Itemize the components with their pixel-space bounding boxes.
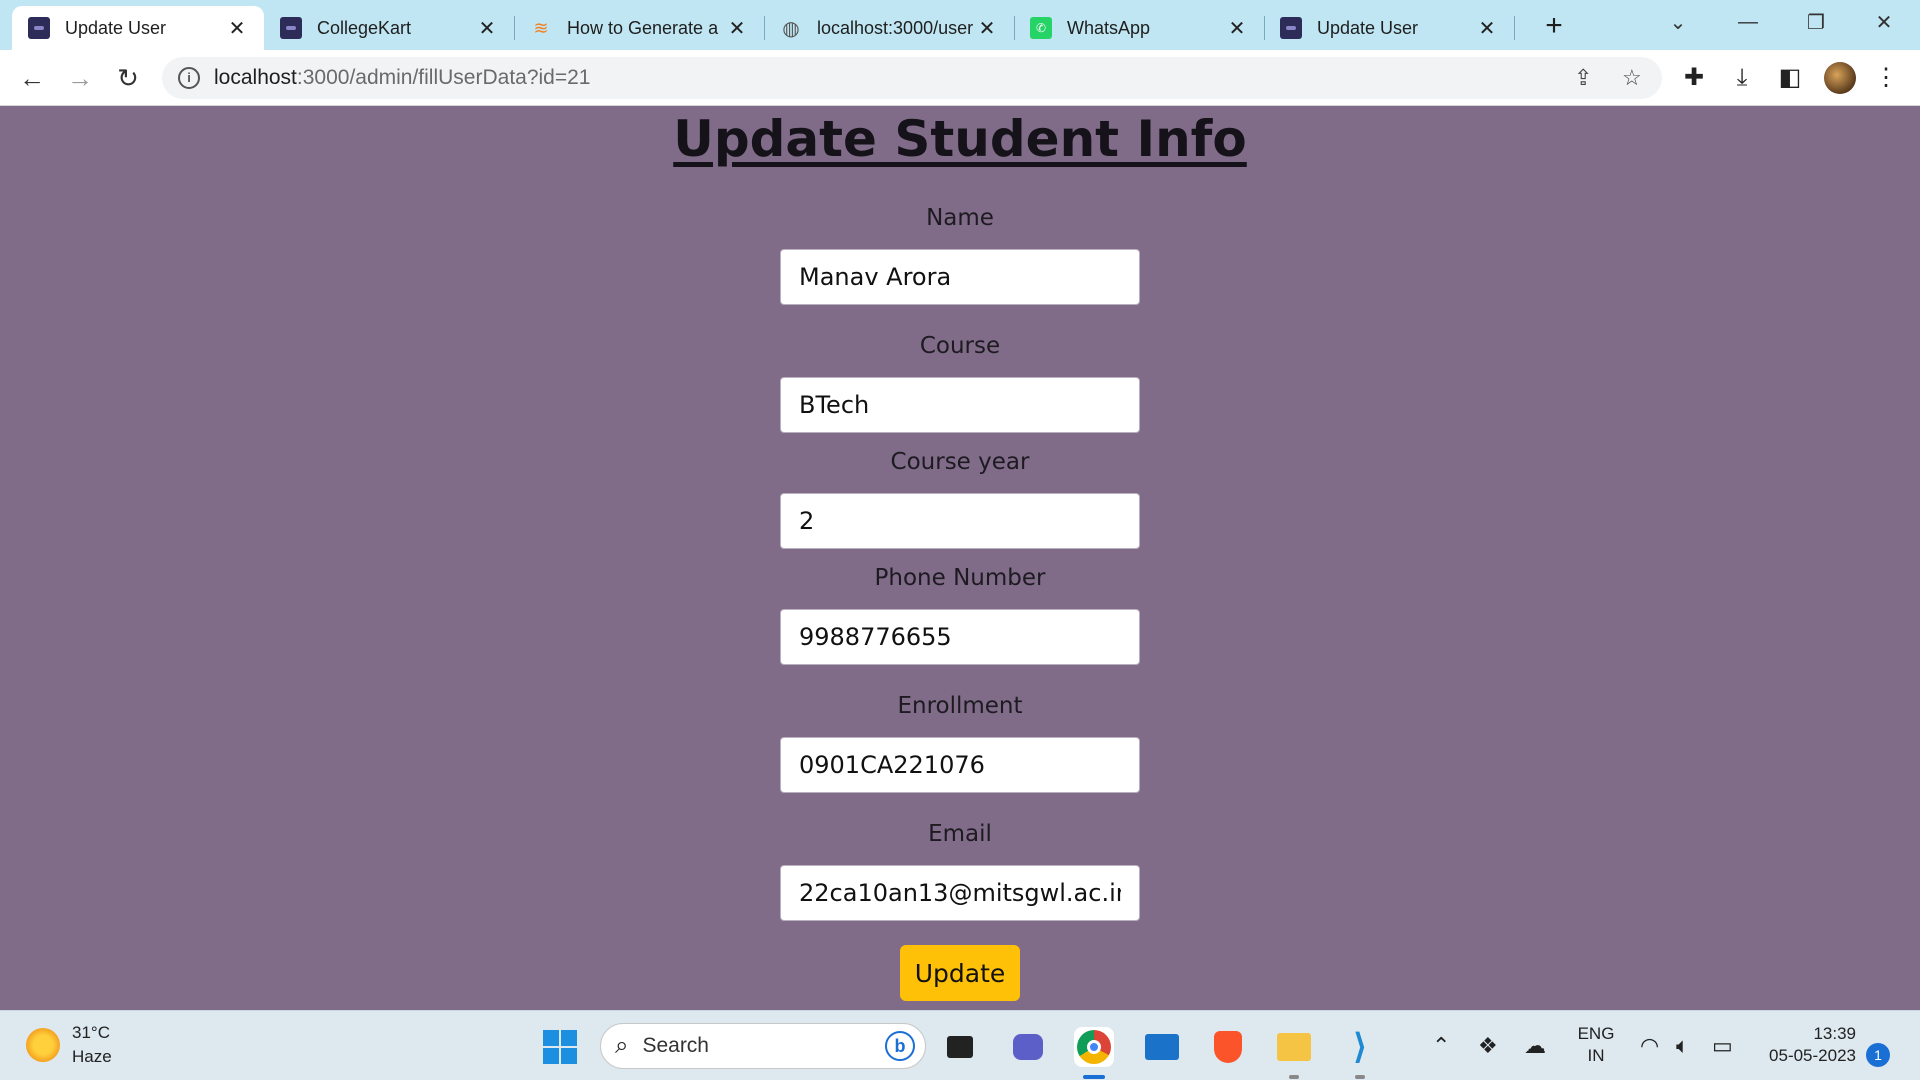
share-icon[interactable]: ⇪ [1574,65,1592,91]
close-icon[interactable]: ✕ [1476,16,1498,41]
task-view-icon[interactable] [940,1027,980,1067]
weather-widget[interactable]: 31°C Haze [26,1021,112,1069]
haze-weather-icon [26,1028,60,1062]
wifi-icon[interactable]: ◠ [1640,1033,1659,1059]
site-info-icon[interactable]: i [178,67,200,89]
close-icon[interactable]: ✕ [1226,16,1248,41]
weather-temperature: 31°C [72,1023,110,1042]
back-arrow-icon[interactable]: ← [14,60,50,96]
profile-avatar[interactable] [1824,62,1856,94]
course-year-input[interactable] [780,493,1140,549]
course-year-label: Course year [890,449,1030,475]
url-text[interactable]: localhost:3000/admin/fillUserData?id=21 [214,66,590,90]
phone-number-input[interactable] [780,609,1140,665]
stackoverflow-icon: ≋ [533,17,549,38]
close-icon[interactable]: ✕ [476,16,498,41]
side-panel-icon[interactable]: ◧ [1774,62,1806,94]
tab-stackoverflow[interactable]: ≋ How to Generate a ✕ [514,6,765,50]
page-content: Update Student Info Name Course Course y… [0,107,1920,1010]
browser-toolbar: ← → ↻ i localhost:3000/admin/fillUserDat… [0,50,1920,106]
reload-icon[interactable]: ↻ [110,60,146,96]
course-input[interactable] [780,377,1140,433]
explorer-running-indicator [1289,1075,1299,1079]
minimize-icon[interactable]: — [1714,0,1782,44]
enrollment-label: Enrollment [897,693,1023,719]
address-bar[interactable]: i localhost:3000/admin/fillUserData?id=2… [162,57,1662,99]
mail-icon[interactable] [1142,1027,1182,1067]
close-icon[interactable]: ✕ [726,16,748,41]
app-favicon-icon [28,17,50,39]
tab-separator [1514,16,1515,40]
tab-title: localhost:3000/user [817,17,974,38]
volume-icon[interactable]: 🔈︎ [1676,1033,1689,1059]
tab-title: CollegeKart [317,17,412,38]
windows-start-icon[interactable] [540,1027,580,1067]
tab-update-user-2[interactable]: Update User ✕ [1264,6,1515,50]
teams-chat-icon[interactable] [1008,1027,1048,1067]
whatsapp-icon: ✆ [1030,17,1052,39]
tab-whatsapp[interactable]: ✆ WhatsApp ✕ [1014,6,1265,50]
phone-number-label: Phone Number [874,565,1046,591]
dropbox-icon[interactable]: ❖ [1478,1033,1498,1059]
tab-collegekart[interactable]: CollegeKart ✕ [264,6,515,50]
language-indicator[interactable]: ENG IN [1572,1023,1620,1067]
weather-condition: Haze [72,1047,112,1066]
app-favicon-icon [280,17,302,39]
chevron-up-icon[interactable]: ⌃ [1432,1033,1450,1059]
clock-time: 13:39 [1813,1024,1856,1043]
name-label: Name [926,205,994,231]
clock-date: 05-05-2023 [1769,1046,1856,1065]
tab-title: How to Generate a [567,17,719,38]
clock[interactable]: 13:39 05-05-2023 [1756,1023,1856,1067]
email-input[interactable] [780,865,1140,921]
enrollment-input[interactable] [780,737,1140,793]
page-title: Update Student Info [673,110,1247,168]
search-icon: ⌕ [615,1032,629,1059]
tab-title: Update User [1317,17,1419,38]
tab-update-user[interactable]: Update User ✕ [12,6,264,50]
tab-title: WhatsApp [1067,17,1151,38]
chrome-running-indicator [1083,1075,1105,1079]
app-favicon-icon [1280,17,1302,39]
download-icon[interactable]: ⤓ [1726,62,1758,94]
windows-taskbar: 31°C Haze ⌕ Search b ⟩ ⌃ ❖ ☁ ENG IN ◠ 🔈︎… [0,1010,1920,1080]
restore-icon[interactable]: ❐ [1782,0,1850,44]
brave-browser-icon[interactable] [1208,1027,1248,1067]
onedrive-cloud-icon[interactable]: ☁ [1524,1033,1546,1059]
tab-search-chevron-icon[interactable]: ⌄ [1644,0,1712,44]
vscode-icon[interactable]: ⟩ [1340,1027,1380,1067]
bookmark-star-icon[interactable]: ☆ [1622,65,1642,91]
new-tab-button[interactable]: + [1536,8,1572,44]
menu-kebab-icon[interactable]: ⋮ [1870,62,1902,94]
extensions-icon[interactable]: ✚ [1678,62,1710,94]
file-explorer-icon[interactable] [1274,1027,1314,1067]
tab-localhost-user[interactable]: ◍ localhost:3000/user ✕ [764,6,1015,50]
taskbar-search-box[interactable]: ⌕ Search b [600,1023,926,1069]
bing-icon[interactable]: b [885,1031,915,1061]
language-code: ENG [1577,1024,1615,1043]
globe-icon: ◍ [782,17,800,40]
update-button[interactable]: Update [900,945,1020,1001]
browser-tab-strip: Update User ✕ CollegeKart ✕ ≋ How to Gen… [0,0,1920,50]
search-placeholder: Search [642,1034,709,1057]
chrome-icon[interactable] [1074,1027,1114,1067]
region-code: IN [1587,1046,1605,1065]
tab-title: Update User [65,17,167,38]
battery-icon[interactable]: ▭ [1712,1033,1733,1059]
close-icon[interactable]: ✕ [226,16,248,41]
email-label: Email [928,821,992,847]
course-label: Course [919,333,1001,359]
forward-arrow-icon[interactable]: → [62,60,98,96]
close-icon[interactable]: ✕ [976,16,998,41]
name-input[interactable] [780,249,1140,305]
vscode-running-indicator [1355,1075,1365,1079]
close-window-icon[interactable]: ✕ [1850,0,1918,44]
notification-badge[interactable]: 1 [1866,1043,1890,1067]
